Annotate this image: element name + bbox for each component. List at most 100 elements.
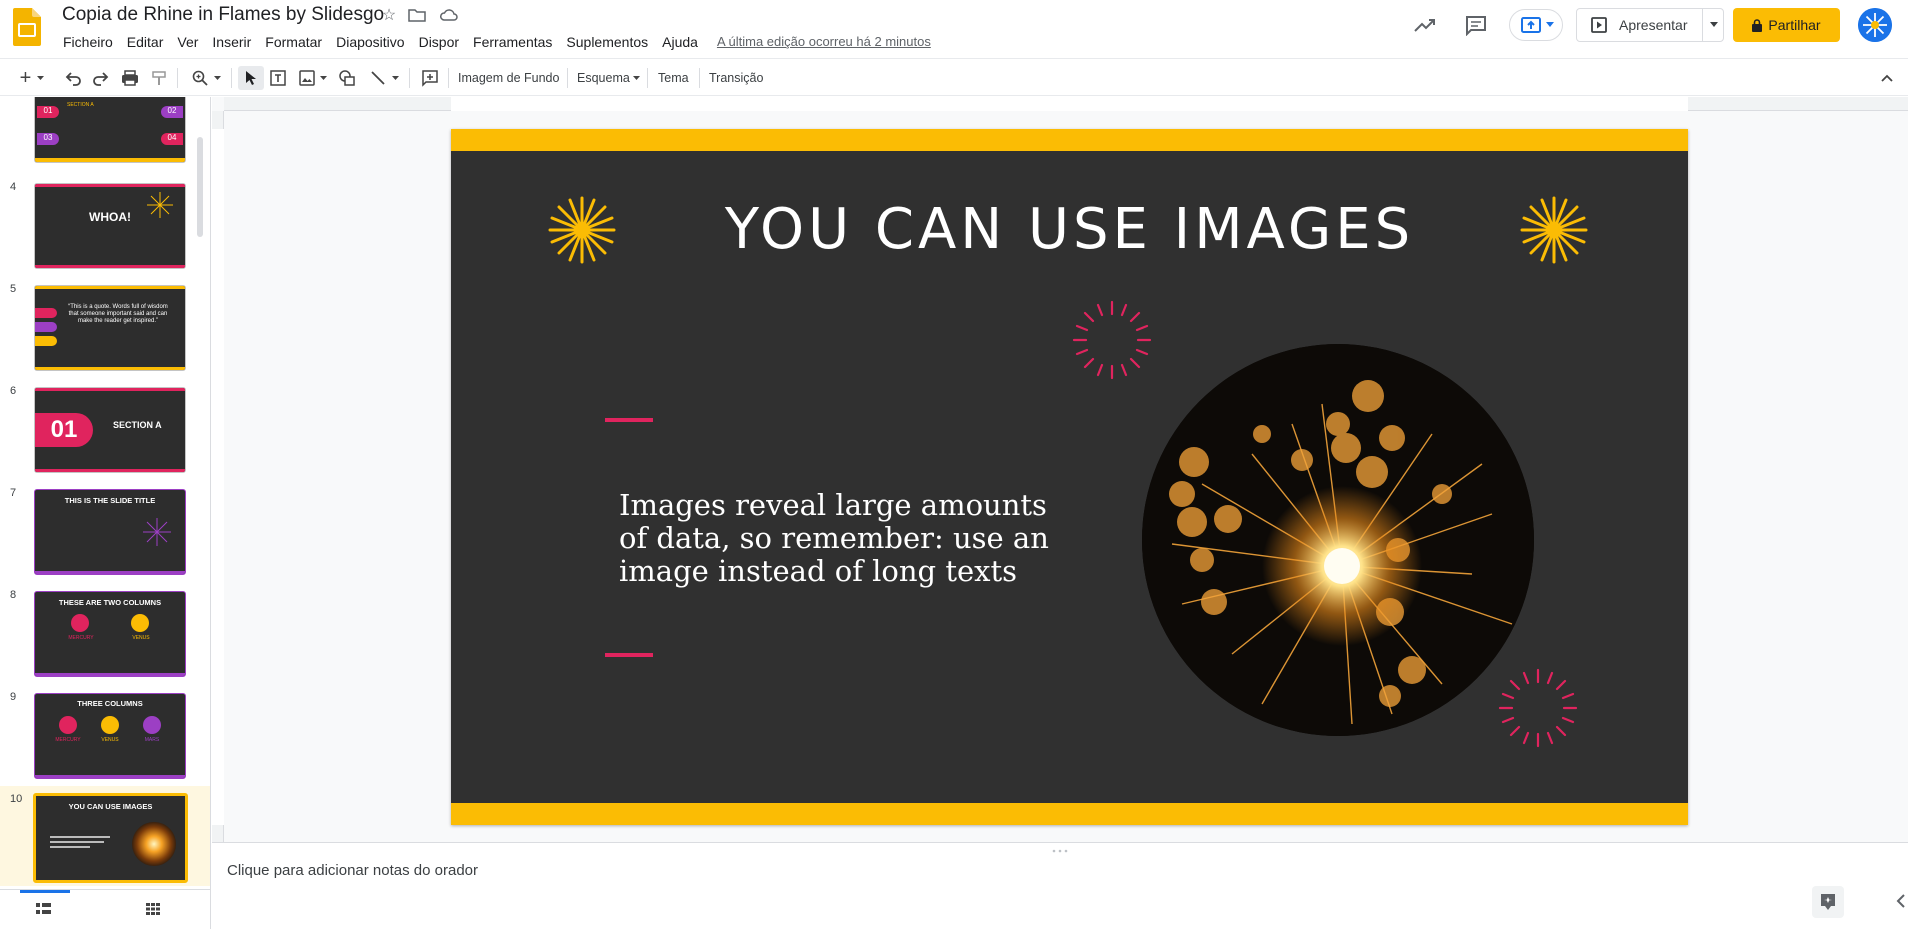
firework-icon: [143, 518, 171, 546]
share-button[interactable]: Partilhar: [1733, 8, 1840, 42]
comment-history-icon[interactable]: [1464, 14, 1488, 36]
lock-icon: [1752, 18, 1763, 32]
print-icon[interactable]: [120, 66, 140, 90]
current-slide[interactable]: YOU CAN USE IMAGES Images reveal large a…: [451, 129, 1688, 825]
menu-ficheiro[interactable]: Ficheiro: [56, 32, 120, 52]
thumb-pill: [35, 308, 57, 318]
thumb-circle: [59, 716, 77, 734]
menu-formatar[interactable]: Formatar: [258, 32, 329, 52]
select-tool-button[interactable]: [238, 66, 264, 90]
notes-resize-handle[interactable]: [1050, 840, 1070, 853]
filmstrip-view-icon[interactable]: [36, 903, 51, 915]
menu-bar: Ficheiro Editar Ver Inserir Formatar Dia…: [56, 32, 931, 52]
slide-thumbnail-9[interactable]: THREE COLUMNS MERCURY VENUS MARS: [34, 693, 186, 779]
menu-ver[interactable]: Ver: [170, 32, 205, 52]
slide-top-bar: [451, 129, 1688, 151]
thumb-col-label: VENUS: [132, 635, 150, 641]
user-avatar[interactable]: [1858, 8, 1892, 42]
shape-icon[interactable]: [337, 66, 357, 90]
insert-image-button[interactable]: [297, 66, 329, 90]
speaker-notes-input[interactable]: Clique para adicionar notas do orador: [227, 862, 478, 879]
slide-thumbnail-6[interactable]: 01 SECTION A: [34, 387, 186, 473]
thumb-bar: [35, 571, 185, 574]
thumb-bar: [35, 367, 185, 370]
slide-thumbnail-8[interactable]: THESE ARE TWO COLUMNS MERCURY VENUS: [34, 591, 186, 677]
cursor-arrow-icon: [246, 71, 256, 85]
thumb-section-label: 02: [161, 106, 183, 118]
thumb-text-line: [50, 836, 110, 838]
burst-bottom-icon: [1498, 668, 1578, 748]
side-panel-toggle-icon[interactable]: [1894, 889, 1908, 913]
theme-button[interactable]: Tema: [658, 66, 689, 90]
star-icon[interactable]: ☆: [378, 6, 400, 26]
transition-button[interactable]: Transição: [709, 66, 763, 90]
redo-icon[interactable]: [92, 66, 110, 90]
present-to-meeting-button[interactable]: [1509, 9, 1563, 41]
menu-editar[interactable]: Editar: [120, 32, 171, 52]
speaker-notes-panel[interactable]: Clique para adicionar notas do orador: [212, 842, 1908, 929]
ruler-ticks: [451, 97, 1688, 111]
drag-dots-icon: [1052, 849, 1068, 853]
layout-label: Esquema: [577, 71, 630, 85]
activity-trend-icon[interactable]: [1412, 14, 1438, 36]
slide-title[interactable]: YOU CAN USE IMAGES: [451, 197, 1688, 262]
toolbar: + Imagem de Fundo Esquema Tema Transição: [0, 58, 1908, 96]
collapse-toolbar-icon[interactable]: [1880, 66, 1894, 90]
slide-editor-canvas[interactable]: YOU CAN USE IMAGES Images reveal large a…: [212, 97, 1908, 842]
slide-thumbnail-10[interactable]: YOU CAN USE IMAGES: [33, 793, 188, 883]
toolbar-divider: [177, 68, 178, 88]
slide-filmstrip: 01 02 03 04 SECTION A 4 WHOA! 5 “This is…: [0, 97, 211, 929]
text-box-icon[interactable]: [269, 66, 287, 90]
present-options-dropdown[interactable]: [1702, 9, 1724, 41]
thumb-title: SECTION A: [113, 420, 162, 430]
document-title[interactable]: Copia de Rhine in Flames by Slidesgo: [62, 4, 384, 26]
vertical-ruler[interactable]: [212, 111, 224, 842]
move-folder-icon[interactable]: [408, 8, 426, 22]
menu-dispor[interactable]: Dispor: [412, 32, 466, 52]
menu-inserir[interactable]: Inserir: [205, 32, 258, 52]
filmstrip-scrollbar[interactable]: [197, 137, 203, 237]
toolbar-divider: [409, 68, 410, 88]
menu-diapositivo[interactable]: Diapositivo: [329, 32, 411, 52]
burst-top-icon: [1072, 300, 1152, 380]
thumb-title: THREE COLUMNS: [77, 699, 143, 708]
menu-ferramentas[interactable]: Ferramentas: [466, 32, 559, 52]
present-label: Apresentar: [1619, 17, 1688, 33]
slide-thumbnail-7[interactable]: THIS IS THE SLIDE TITLE: [34, 489, 186, 575]
line-tool-button[interactable]: [367, 66, 401, 90]
slide-number: 4: [10, 181, 17, 193]
zoom-button[interactable]: [188, 66, 224, 90]
grid-view-icon[interactable]: [146, 903, 160, 915]
chevron-down-icon: [391, 75, 399, 80]
toolbar-divider: [567, 68, 568, 88]
layout-button[interactable]: Esquema: [577, 66, 640, 90]
explore-button[interactable]: [1812, 886, 1844, 918]
last-edit-link[interactable]: A última edição ocorreu há 2 minutos: [717, 32, 931, 52]
ruler-ticks: [212, 129, 224, 825]
horizontal-ruler[interactable]: [224, 97, 1908, 111]
present-group: Apresentar: [1576, 8, 1724, 42]
cloud-status-icon[interactable]: [440, 8, 458, 22]
sparkler-image[interactable]: [1142, 344, 1534, 736]
slide-thumbnail-3[interactable]: 01 02 03 04 SECTION A: [34, 97, 186, 163]
slide-number: 10: [10, 793, 23, 805]
present-button[interactable]: Apresentar: [1577, 9, 1702, 41]
thumb-circle: [131, 614, 149, 632]
thumb-pill: [35, 336, 57, 346]
menu-suplementos[interactable]: Suplementos: [559, 32, 655, 52]
thumb-bar: [35, 388, 185, 391]
new-slide-button[interactable]: +: [14, 66, 50, 90]
slide-thumbnail-5[interactable]: “This is a quote. Words full of wisdom t…: [34, 285, 186, 371]
chevron-down-icon: [213, 75, 221, 80]
add-comment-icon[interactable]: [421, 66, 439, 90]
slide-number: 9: [10, 691, 17, 703]
menu-ajuda[interactable]: Ajuda: [655, 32, 705, 52]
slide-body-text[interactable]: Images reveal large amounts of data, so …: [619, 489, 1079, 588]
slide-thumbnail-4[interactable]: WHOA!: [34, 183, 186, 269]
thumb-bar: [35, 265, 185, 268]
undo-icon[interactable]: [64, 66, 82, 90]
play-slideshow-icon: [1591, 17, 1607, 33]
background-button[interactable]: Imagem de Fundo: [458, 66, 559, 90]
paint-format-icon[interactable]: [151, 66, 167, 90]
slides-logo-icon[interactable]: [13, 8, 41, 46]
